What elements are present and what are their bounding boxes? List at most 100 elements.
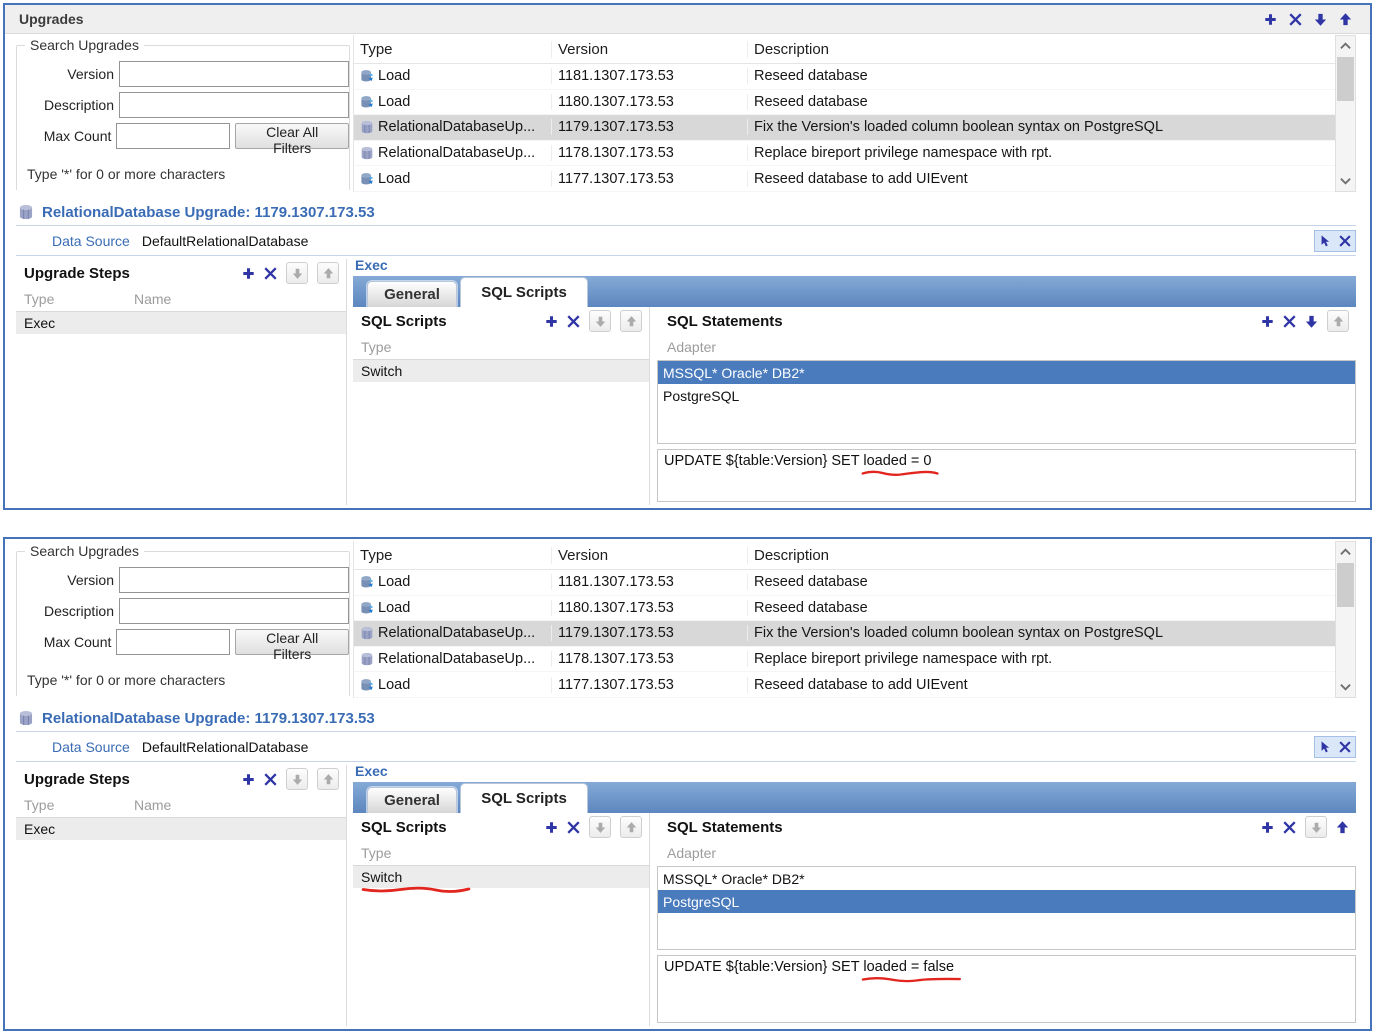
description-input[interactable]	[119, 92, 349, 118]
upgrade-step-row-exec[interactable]: Exec	[16, 312, 346, 334]
table-scrollbar[interactable]	[1335, 35, 1356, 192]
column-header-version[interactable]: Version	[552, 547, 748, 564]
upgrade-table-row[interactable]: RelationalDatabaseUp... 1178.1307.173.53…	[354, 141, 1356, 167]
delete-icon[interactable]	[567, 821, 580, 834]
delete-icon[interactable]	[1283, 315, 1296, 328]
move-down-icon[interactable]	[1314, 13, 1327, 26]
delete-icon[interactable]	[567, 315, 580, 328]
clear-reference-button[interactable]	[1335, 231, 1355, 251]
tab-general[interactable]: General	[367, 281, 457, 307]
search-upgrades-group: Search Upgrades Version Description Max …	[16, 37, 352, 190]
description-input[interactable]	[119, 598, 349, 624]
cell-version: 1181.1307.173.53	[552, 574, 748, 590]
add-icon[interactable]	[242, 267, 255, 280]
divider	[16, 731, 1356, 732]
add-icon[interactable]	[1261, 315, 1274, 328]
scroll-up-icon[interactable]	[1336, 542, 1355, 562]
steps-column-type: Type	[24, 797, 134, 813]
move-up-button-disabled[interactable]	[317, 768, 339, 790]
sql-script-row-switch[interactable]: Switch	[353, 866, 649, 888]
move-up-icon[interactable]	[1339, 13, 1352, 26]
exec-section-label: Exec	[355, 257, 388, 273]
clear-all-filters-button[interactable]: Clear All Filters	[235, 123, 349, 149]
version-input[interactable]	[119, 567, 349, 593]
steps-column-name: Name	[134, 797, 171, 813]
cell-type: Load	[378, 574, 410, 590]
add-icon[interactable]	[545, 821, 558, 834]
move-down-icon[interactable]	[1305, 315, 1318, 328]
tab-sql-scripts[interactable]: SQL Scripts	[460, 783, 588, 813]
add-icon[interactable]	[1261, 821, 1274, 834]
move-down-button-disabled[interactable]	[286, 768, 308, 790]
move-up-button-disabled[interactable]	[317, 262, 339, 284]
column-header-version[interactable]: Version	[552, 41, 748, 58]
max-count-input[interactable]	[116, 123, 230, 149]
adapter-row-mssql-oracle-db2[interactable]: MSSQL* Oracle* DB2*	[658, 361, 1355, 384]
search-group-label: Search Upgrades	[25, 543, 144, 559]
scroll-down-icon[interactable]	[1336, 171, 1355, 191]
upgrade-table-row[interactable]: Load 1180.1307.173.53 Reseed database	[354, 596, 1356, 622]
select-reference-button[interactable]	[1315, 231, 1335, 251]
adapter-row-postgresql[interactable]: PostgreSQL	[658, 384, 1355, 407]
data-source-field[interactable]: DefaultRelationalDatabase	[138, 736, 1314, 758]
version-input[interactable]	[119, 61, 349, 87]
scroll-down-icon[interactable]	[1336, 677, 1355, 697]
scroll-up-icon[interactable]	[1336, 36, 1355, 56]
clear-all-filters-button[interactable]: Clear All Filters	[235, 629, 349, 655]
delete-icon[interactable]	[264, 267, 277, 280]
add-icon[interactable]	[1264, 13, 1277, 26]
move-up-icon[interactable]	[1336, 821, 1349, 834]
scrollbar-thumb[interactable]	[1337, 57, 1354, 101]
red-underline-annotation	[861, 469, 939, 478]
adapter-row-postgresql[interactable]: PostgreSQL	[658, 890, 1355, 913]
upgrade-table-row[interactable]: Load 1180.1307.173.53 Reseed database	[354, 90, 1356, 116]
sql-statement-editor[interactable]: UPDATE ${table:Version} SET loaded = 0	[657, 449, 1356, 502]
upgrade-step-row-exec[interactable]: Exec	[16, 818, 346, 840]
upgrade-table-row[interactable]: Load 1181.1307.173.53 Reseed database	[354, 570, 1356, 596]
delete-icon[interactable]	[1289, 13, 1302, 26]
move-down-button-disabled[interactable]	[589, 310, 611, 332]
column-header-type[interactable]: Type	[354, 547, 552, 564]
delete-icon[interactable]	[1283, 821, 1296, 834]
add-icon[interactable]	[242, 773, 255, 786]
move-up-icon	[626, 822, 637, 833]
upgrade-table-row[interactable]: Load 1177.1307.173.53 Reseed database to…	[354, 672, 1356, 698]
data-source-field[interactable]: DefaultRelationalDatabase	[138, 230, 1314, 252]
column-header-description[interactable]: Description	[748, 41, 1356, 58]
adapter-row-mssql-oracle-db2[interactable]: MSSQL* Oracle* DB2*	[658, 867, 1355, 890]
upgrade-table-row[interactable]: RelationalDatabaseUp... 1179.1307.173.53…	[354, 115, 1356, 141]
search-hint-1: Type '*' for 0 or more characters	[27, 166, 225, 182]
sql-statements-title: SQL Statements	[667, 819, 783, 836]
sql-script-row-switch[interactable]: Switch	[353, 360, 649, 382]
move-down-button-disabled[interactable]	[1305, 816, 1327, 838]
upgrades-panel-bottom: Search Upgrades Version Description Max …	[3, 537, 1372, 1031]
delete-icon[interactable]	[264, 773, 277, 786]
upgrade-table-row[interactable]: RelationalDatabaseUp... 1178.1307.173.53…	[354, 647, 1356, 673]
add-icon[interactable]	[545, 315, 558, 328]
move-down-button-disabled[interactable]	[589, 816, 611, 838]
move-up-button-disabled[interactable]	[620, 816, 642, 838]
move-up-button-disabled[interactable]	[620, 310, 642, 332]
cell-description: Fix the Version's loaded column boolean …	[748, 625, 1356, 641]
clear-icon	[1339, 235, 1351, 247]
column-header-type[interactable]: Type	[354, 41, 552, 58]
cell-description: Reseed database to add UIEvent	[748, 171, 1356, 187]
steps-column-name: Name	[134, 291, 171, 307]
max-count-input[interactable]	[116, 629, 230, 655]
scrollbar-thumb[interactable]	[1337, 563, 1354, 607]
search-hint-2-clipped: Type '?' for exactly one character	[27, 189, 232, 190]
clear-reference-button[interactable]	[1335, 737, 1355, 757]
step-type: Exec	[24, 821, 134, 837]
move-up-button-disabled[interactable]	[1327, 310, 1349, 332]
column-header-description[interactable]: Description	[748, 547, 1356, 564]
cell-description: Fix the Version's loaded column boolean …	[748, 119, 1356, 135]
move-down-button-disabled[interactable]	[286, 262, 308, 284]
table-scrollbar[interactable]	[1335, 541, 1356, 698]
upgrade-table-row[interactable]: RelationalDatabaseUp... 1179.1307.173.53…	[354, 621, 1356, 647]
upgrade-table-row[interactable]: Load 1181.1307.173.53 Reseed database	[354, 64, 1356, 90]
tab-sql-scripts[interactable]: SQL Scripts	[460, 277, 588, 307]
select-reference-button[interactable]	[1315, 737, 1335, 757]
sql-statement-editor[interactable]: UPDATE ${table:Version} SET loaded = fal…	[657, 955, 1356, 1023]
tab-general[interactable]: General	[367, 787, 457, 813]
upgrade-table-row[interactable]: Load 1177.1307.173.53 Reseed database to…	[354, 166, 1356, 192]
